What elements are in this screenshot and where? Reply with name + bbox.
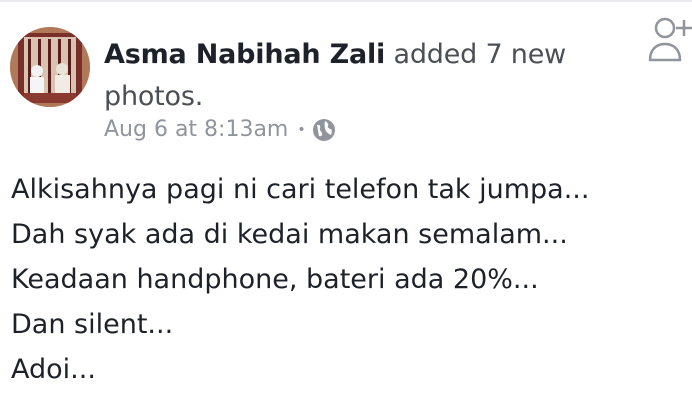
post-line: Dan silent... bbox=[11, 309, 174, 340]
author-name[interactable]: Asma Nabihah Zali bbox=[104, 39, 385, 70]
avatar[interactable] bbox=[10, 27, 90, 107]
profile-photo bbox=[10, 27, 90, 107]
top-divider bbox=[0, 0, 692, 2]
meta-separator: • bbox=[297, 121, 306, 138]
post-line: Alkisahnya pagi ni cari telefon tak jump… bbox=[11, 174, 590, 205]
post-header: Asma Nabihah Zali added 7 new photos. bbox=[104, 34, 604, 118]
add-friend-button[interactable] bbox=[646, 14, 692, 64]
post-timestamp[interactable]: Aug 6 at 8:13am bbox=[104, 117, 288, 142]
globe-icon[interactable] bbox=[312, 118, 336, 142]
post-body: Alkisahnya pagi ni cari telefon tak jump… bbox=[11, 167, 681, 392]
add-friend-icon bbox=[648, 17, 692, 62]
post-line: Dah syak ada di kedai makan semalam... bbox=[11, 219, 568, 250]
post-line: Keadaan handphone, bateri ada 20%... bbox=[11, 264, 539, 295]
post-line: Adoi... bbox=[11, 354, 96, 385]
post-meta: Aug 6 at 8:13am • bbox=[104, 117, 336, 142]
